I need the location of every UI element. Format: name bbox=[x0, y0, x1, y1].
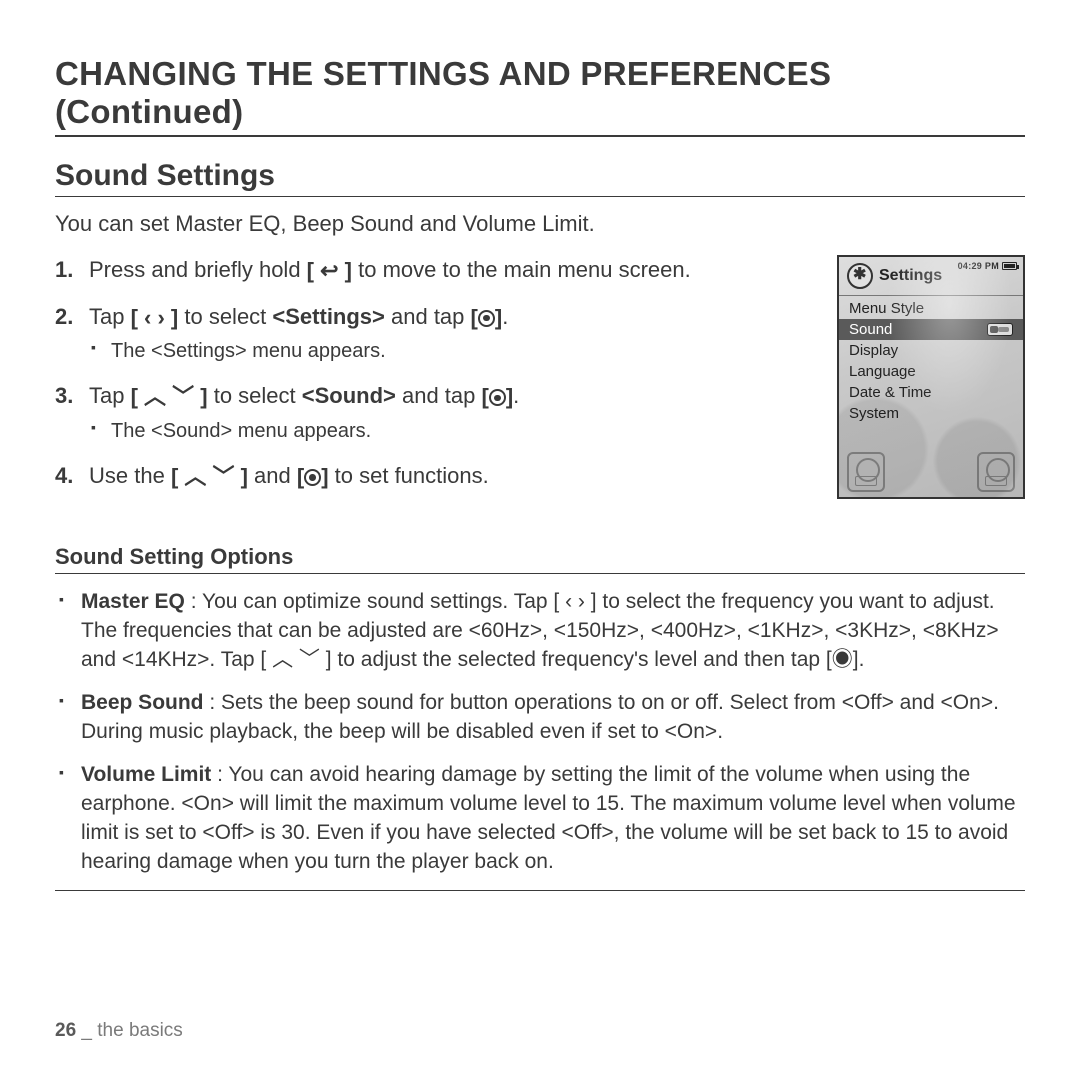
speaker-left-icon bbox=[847, 452, 885, 492]
step-1: Press and briefly hold [ ↪ ] to move to … bbox=[55, 255, 817, 286]
page-footer: 26 _ the basics bbox=[55, 1020, 183, 1042]
gear-icon bbox=[847, 263, 873, 289]
step-3-sub: The <Sound> menu appears. bbox=[89, 418, 817, 445]
device-item-display: Display bbox=[839, 340, 1023, 361]
step-3: Tap [ ︿ ﹀ ] to select <Sound> and tap []… bbox=[55, 381, 817, 445]
step-4: Use the [ ︿ ﹀ ] and [] to set functions. bbox=[55, 461, 817, 492]
battery-icon bbox=[1002, 262, 1017, 270]
device-time: 04:29 PM bbox=[958, 261, 999, 271]
device-status-bar: 04:29 PM bbox=[958, 261, 1017, 271]
options-title: Sound Setting Options bbox=[55, 544, 1025, 574]
step-2-sub: The <Settings> menu appears. bbox=[89, 338, 817, 365]
device-item-system: System bbox=[839, 403, 1023, 424]
device-title: Settings bbox=[879, 267, 942, 285]
option-beep-sound: Beep Sound : Sets the beep sound for but… bbox=[55, 689, 1025, 747]
option-volume-limit: Volume Limit : You can avoid hearing dam… bbox=[55, 761, 1025, 877]
section-title: Sound Settings bbox=[55, 159, 1025, 197]
steps-block: Press and briefly hold [ ↪ ] to move to … bbox=[55, 255, 817, 508]
intro-text: You can set Master EQ, Beep Sound and Vo… bbox=[55, 211, 1025, 237]
device-item-menu-style: Menu Style bbox=[839, 298, 1023, 319]
device-item-sound: Sound bbox=[839, 319, 1023, 340]
slider-icon bbox=[987, 323, 1013, 336]
device-item-language: Language bbox=[839, 361, 1023, 382]
options-bottom-rule bbox=[55, 890, 1025, 891]
speaker-right-icon bbox=[977, 452, 1015, 492]
option-master-eq: Master EQ : You can optimize sound setti… bbox=[55, 588, 1025, 675]
page-title: CHANGING THE SETTINGS AND PREFERENCES (C… bbox=[55, 55, 1025, 137]
step-2: Tap [ ‹ › ] to select <Settings> and tap… bbox=[55, 302, 817, 366]
device-screenshot: 04:29 PM Settings Menu Style Sound Displ… bbox=[837, 255, 1025, 499]
device-item-date-time: Date & Time bbox=[839, 382, 1023, 403]
